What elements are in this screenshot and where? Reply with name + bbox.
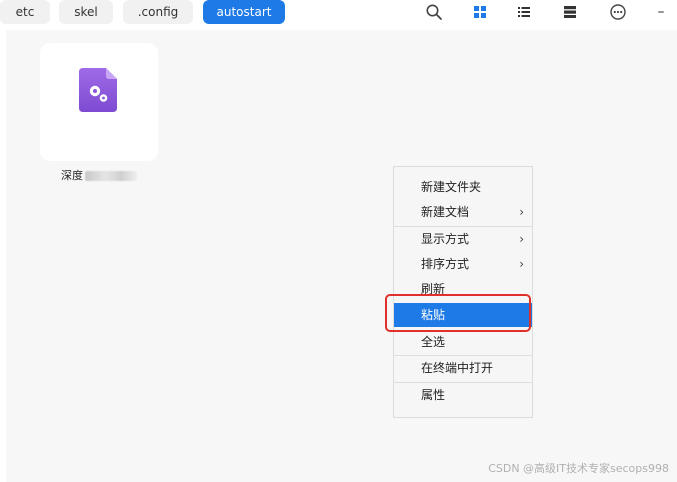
settings-file-icon bbox=[79, 68, 117, 112]
menu-item-label: 新建文档 bbox=[421, 205, 470, 219]
list-view-icon bbox=[518, 7, 530, 17]
menu-item-label: 全选 bbox=[421, 335, 446, 349]
search-button[interactable] bbox=[423, 2, 445, 22]
grid-view-icon bbox=[474, 6, 486, 18]
menu-item-select-all[interactable]: 全选 bbox=[394, 330, 532, 354]
minimize-button[interactable]: – bbox=[650, 2, 672, 22]
list-view-button[interactable] bbox=[513, 2, 535, 22]
menu-item-new-folder[interactable]: 新建文件夹 bbox=[394, 175, 532, 199]
menu-item-new-document[interactable]: 新建文档 › bbox=[394, 200, 532, 224]
menu-item-label: 排序方式 bbox=[421, 257, 470, 271]
file-name-label: 深度 bbox=[40, 167, 158, 183]
chevron-right-icon: › bbox=[519, 257, 524, 271]
search-icon bbox=[426, 4, 442, 20]
menu-item-label: 属性 bbox=[421, 388, 446, 402]
chevron-right-icon: › bbox=[519, 205, 524, 219]
watermark-text: CSDN @高级IT技术专家secops998 bbox=[488, 462, 669, 475]
breadcrumb-autostart[interactable]: autostart bbox=[203, 0, 285, 24]
menu-item-open-in-terminal[interactable]: 在终端中打开 bbox=[394, 356, 532, 380]
minimize-icon: – bbox=[657, 4, 665, 20]
top-bar: etc skel .config autostart – bbox=[0, 0, 677, 30]
menu-item-label: 在终端中打开 bbox=[421, 361, 494, 375]
annotation-highlight-box bbox=[385, 294, 531, 332]
file-manager-window: etc skel .config autostart – 深度 新建文件夹 新建… bbox=[0, 0, 677, 482]
file-item[interactable]: 深度 bbox=[40, 43, 158, 182]
menu-item-display-mode[interactable]: 显示方式 › bbox=[394, 227, 532, 251]
breadcrumb-config[interactable]: .config bbox=[123, 0, 193, 24]
file-name-text: 深度 bbox=[61, 169, 83, 182]
breadcrumb-etc[interactable]: etc bbox=[0, 0, 50, 24]
menu-item-label: 显示方式 bbox=[421, 232, 470, 246]
detail-view-button[interactable] bbox=[559, 2, 581, 22]
file-name-redacted bbox=[85, 171, 137, 181]
detail-view-icon bbox=[564, 6, 576, 18]
menu-item-sort-by[interactable]: 排序方式 › bbox=[394, 252, 532, 276]
more-button[interactable] bbox=[607, 2, 629, 22]
more-icon bbox=[610, 4, 626, 20]
chevron-right-icon: › bbox=[519, 232, 524, 246]
context-menu: 新建文件夹 新建文档 › 显示方式 › 排序方式 › 刷新 粘贴 全选 在终端中… bbox=[393, 166, 533, 418]
menu-item-label: 新建文件夹 bbox=[421, 180, 482, 194]
breadcrumb-skel[interactable]: skel bbox=[59, 0, 113, 24]
icon-view-button[interactable] bbox=[469, 2, 491, 22]
menu-item-properties[interactable]: 属性 bbox=[394, 383, 532, 407]
